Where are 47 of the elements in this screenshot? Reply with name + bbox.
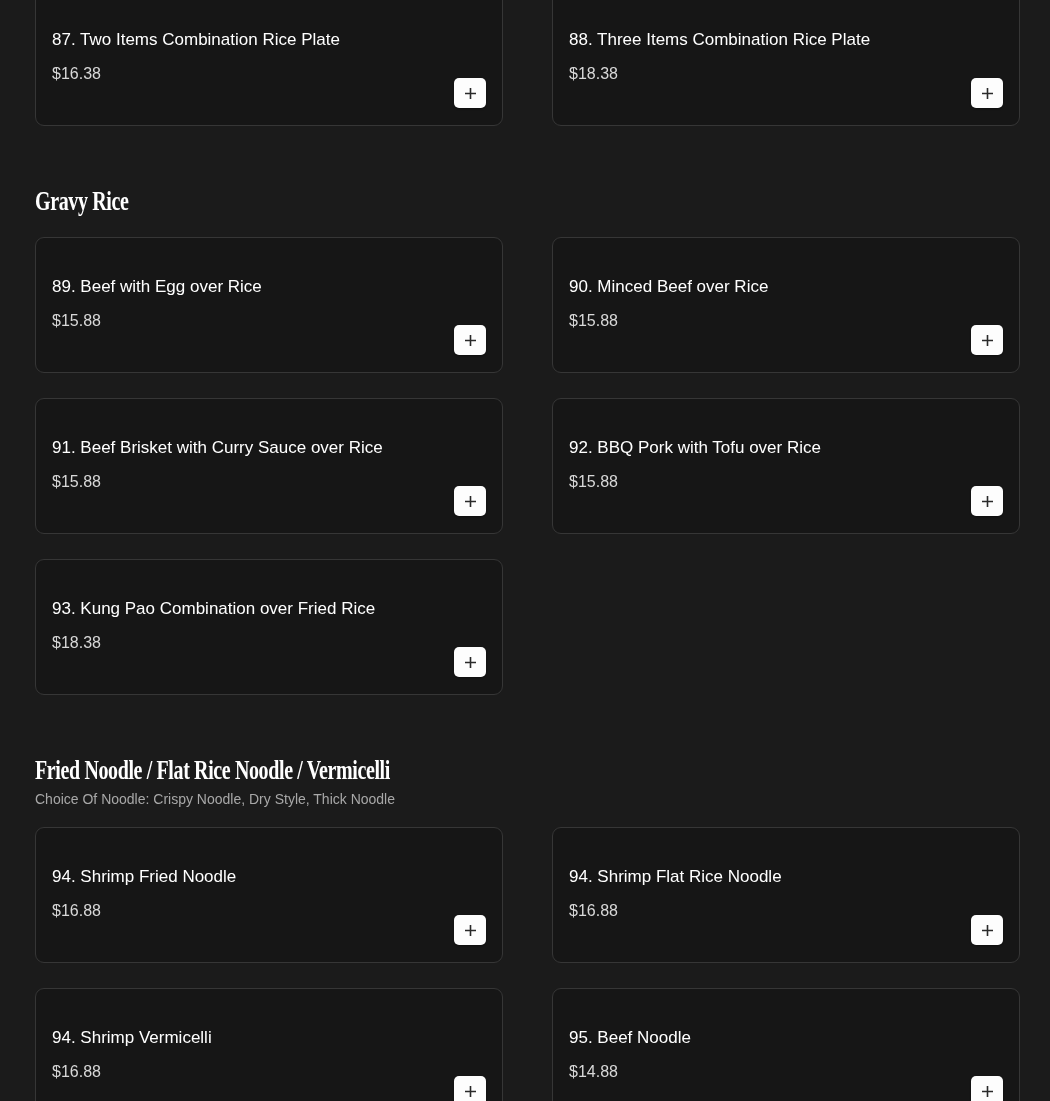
item-name: 94. Shrimp Flat Rice Noodle bbox=[569, 866, 782, 888]
section-heading: Gravy Rice bbox=[35, 185, 129, 217]
plus-icon bbox=[981, 334, 993, 346]
add-button[interactable] bbox=[454, 915, 486, 945]
item-price: $16.88 bbox=[52, 901, 101, 921]
add-button[interactable] bbox=[454, 486, 486, 516]
add-button[interactable] bbox=[454, 1076, 486, 1101]
item-price: $15.88 bbox=[569, 472, 618, 492]
add-button[interactable] bbox=[971, 1076, 1003, 1101]
add-button[interactable] bbox=[971, 915, 1003, 945]
item-name: 88. Three Items Combination Rice Plate bbox=[569, 29, 871, 51]
item-name: 94. Shrimp Fried Noodle bbox=[52, 866, 237, 888]
item-price: $18.38 bbox=[569, 64, 618, 84]
item-name: 90. Minced Beef over Rice bbox=[569, 276, 769, 298]
item-name: 87. Two Items Combination Rice Plate bbox=[52, 29, 340, 51]
item-price: $16.38 bbox=[52, 64, 101, 84]
add-button[interactable] bbox=[454, 647, 486, 677]
add-button[interactable] bbox=[971, 325, 1003, 355]
plus-icon bbox=[464, 656, 476, 668]
plus-icon bbox=[464, 1085, 476, 1097]
plus-icon bbox=[981, 924, 993, 936]
item-name: 89. Beef with Egg over Rice bbox=[52, 276, 262, 298]
item-price: $18.38 bbox=[52, 633, 101, 653]
item-name: 95. Beef Noodle bbox=[569, 1027, 691, 1049]
plus-icon bbox=[464, 334, 476, 346]
item-price: $15.88 bbox=[569, 311, 618, 331]
item-price: $15.88 bbox=[52, 311, 101, 331]
item-price: $16.88 bbox=[569, 901, 618, 921]
section-heading: Fried Noodle / Flat Rice Noodle / Vermicelli bbox=[35, 754, 390, 786]
plus-icon bbox=[981, 87, 993, 99]
add-button[interactable] bbox=[971, 486, 1003, 516]
add-button[interactable] bbox=[454, 78, 486, 108]
item-name: 93. Kung Pao Combination over Fried Rice bbox=[52, 598, 376, 620]
item-price: $14.88 bbox=[569, 1062, 618, 1082]
item-price: $15.88 bbox=[52, 472, 101, 492]
item-name: 92. BBQ Pork with Tofu over Rice bbox=[569, 437, 821, 459]
item-name: 91. Beef Brisket with Curry Sauce over Rice bbox=[52, 437, 383, 459]
section-subtitle: Choice Of Noodle: Crispy Noodle, Dry Style, Thick Noodle bbox=[35, 790, 395, 808]
add-button[interactable] bbox=[454, 325, 486, 355]
item-name: 94. Shrimp Vermicelli bbox=[52, 1027, 212, 1049]
plus-icon bbox=[464, 924, 476, 936]
plus-icon bbox=[981, 495, 993, 507]
add-button[interactable] bbox=[971, 78, 1003, 108]
plus-icon bbox=[464, 495, 476, 507]
plus-icon bbox=[464, 87, 476, 99]
plus-icon bbox=[981, 1085, 993, 1097]
item-price: $16.88 bbox=[52, 1062, 101, 1082]
